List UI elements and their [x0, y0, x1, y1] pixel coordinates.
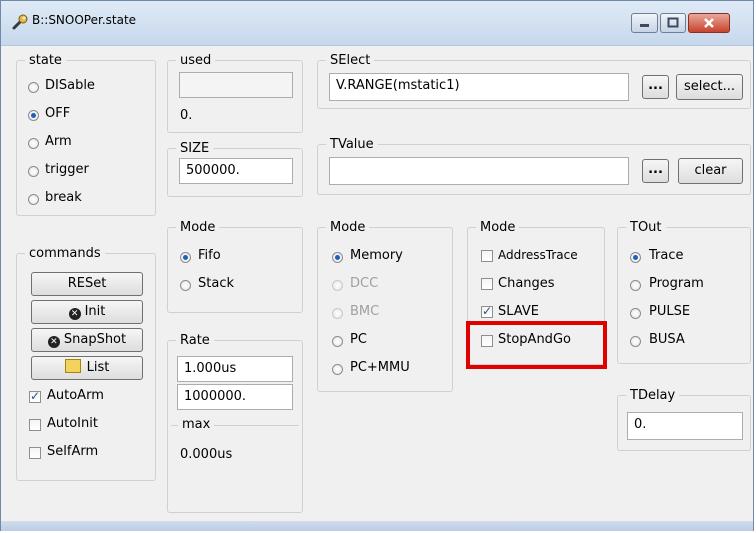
- used-count: 0.: [180, 108, 193, 123]
- select-button[interactable]: select...: [676, 74, 743, 100]
- max-value: 0.000us: [180, 447, 233, 462]
- mode-fifo-legend: Mode: [180, 220, 216, 235]
- state-trigger-radio[interactable]: [28, 166, 39, 177]
- state-off-label: OFF: [45, 106, 71, 121]
- snapshot-button[interactable]: ✕ SnapShot: [31, 328, 143, 352]
- state-off-radio[interactable]: [28, 110, 39, 121]
- title-bar[interactable]: B::SNOOPer.state: [1, 1, 753, 46]
- state-disable-label: DISable: [45, 78, 95, 93]
- select-browse-button[interactable]: ...: [642, 75, 669, 99]
- maximize-button[interactable]: [660, 13, 686, 33]
- record-icon: ✕: [68, 308, 81, 320]
- tout-legend: TOut: [630, 220, 662, 235]
- mode-fifo-radio[interactable]: [180, 252, 191, 263]
- state-break-radio[interactable]: [28, 194, 39, 205]
- mode-bmc-radio: [332, 308, 343, 319]
- init-button[interactable]: ✕ Init: [31, 300, 143, 324]
- close-button[interactable]: [688, 13, 730, 33]
- mode-stack-radio[interactable]: [180, 280, 191, 291]
- autoarm-label: AutoArm: [47, 388, 104, 403]
- autoinit-label: AutoInit: [47, 416, 98, 431]
- size-input[interactable]: 500000.: [179, 158, 293, 184]
- mode-fifo-label: Fifo: [198, 248, 221, 263]
- window-title: B::SNOOPer.state: [32, 13, 137, 27]
- state-arm-label: Arm: [45, 134, 72, 149]
- mode-memory-radio[interactable]: [332, 252, 343, 263]
- tvalue-legend: TValue: [330, 137, 374, 152]
- mode-pcmmu-radio[interactable]: [332, 364, 343, 375]
- mode-flags-legend: Mode: [480, 220, 516, 235]
- tout-trace-radio[interactable]: [630, 252, 641, 263]
- rate-legend: Rate: [180, 333, 210, 348]
- tout-pulse-radio[interactable]: [630, 308, 641, 319]
- tout-program-radio[interactable]: [630, 280, 641, 291]
- list-button[interactable]: List: [31, 356, 143, 380]
- state-break-label: break: [45, 190, 82, 205]
- stopandgo-highlight: [466, 321, 607, 369]
- state-arm-radio[interactable]: [28, 138, 39, 149]
- mode-pcmmu-label: PC+MMU: [350, 360, 410, 375]
- tdelay-legend: TDelay: [630, 388, 676, 403]
- rate-value-field: 1.000us: [177, 356, 293, 382]
- selfarm-checkbox[interactable]: [29, 447, 41, 459]
- snapshot-icon: ✕: [47, 336, 60, 348]
- snapshot-button-label: SnapShot: [63, 332, 127, 347]
- mode-pc-label: PC: [350, 332, 367, 347]
- tout-busa-label: BUSA: [649, 332, 685, 347]
- state-disable-radio[interactable]: [28, 82, 39, 93]
- list-icon: [64, 359, 81, 373]
- addresstrace-label: AddressTrace: [498, 248, 578, 262]
- mode-memory-label: Memory: [350, 248, 403, 263]
- mode-pc-radio[interactable]: [332, 336, 343, 347]
- clear-button[interactable]: clear: [678, 158, 743, 184]
- used-legend: used: [180, 53, 212, 68]
- tout-busa-radio[interactable]: [630, 336, 641, 347]
- autoarm-checkbox[interactable]: [29, 389, 41, 403]
- tdelay-input[interactable]: 0.: [627, 412, 743, 440]
- state-legend: state: [29, 53, 62, 68]
- size-legend: SIZE: [180, 141, 210, 156]
- mode-dcc-radio: [332, 280, 343, 291]
- state-trigger-label: trigger: [45, 162, 89, 177]
- slave-label: SLAVE: [498, 304, 539, 319]
- used-field: [179, 72, 293, 98]
- mode-dcc-label: DCC: [350, 276, 379, 291]
- maximize-icon: [667, 17, 679, 28]
- mode-bmc-label: BMC: [350, 304, 380, 319]
- close-icon: [704, 18, 714, 28]
- select-legend: SElect: [330, 53, 371, 68]
- init-button-label: Init: [84, 304, 106, 319]
- reset-button-label: RESet: [67, 276, 107, 291]
- select-input[interactable]: V.RANGE(mstatic1): [329, 73, 629, 101]
- list-button-label: List: [86, 360, 110, 375]
- tout-pulse-label: PULSE: [649, 304, 691, 319]
- commands-legend: commands: [29, 246, 101, 261]
- tout-trace-label: Trace: [649, 248, 684, 263]
- mode-fifo-group: Mode: [167, 220, 303, 313]
- tout-program-label: Program: [649, 276, 704, 291]
- selfarm-label: SelfArm: [47, 444, 99, 459]
- minimize-icon: [640, 24, 649, 27]
- slave-checkbox[interactable]: [481, 304, 493, 318]
- tvalue-browse-button[interactable]: ...: [642, 159, 669, 183]
- minimize-button[interactable]: [631, 13, 658, 33]
- tvalue-input[interactable]: [329, 157, 629, 185]
- wrench-icon: [12, 14, 28, 30]
- max-legend: max: [178, 417, 215, 432]
- autoinit-checkbox[interactable]: [29, 419, 41, 431]
- reset-button[interactable]: RESet: [31, 272, 143, 296]
- rate-count-field: 1000000.: [177, 384, 293, 410]
- mode-memory-legend: Mode: [330, 220, 366, 235]
- changes-label: Changes: [498, 276, 555, 291]
- snooper-state-window: B::SNOOPer.state state DISable OFF Arm t…: [0, 0, 754, 531]
- window-bottom-border: [1, 521, 753, 531]
- addresstrace-checkbox[interactable]: [481, 250, 493, 262]
- mode-stack-label: Stack: [198, 276, 234, 291]
- changes-checkbox[interactable]: [481, 278, 493, 290]
